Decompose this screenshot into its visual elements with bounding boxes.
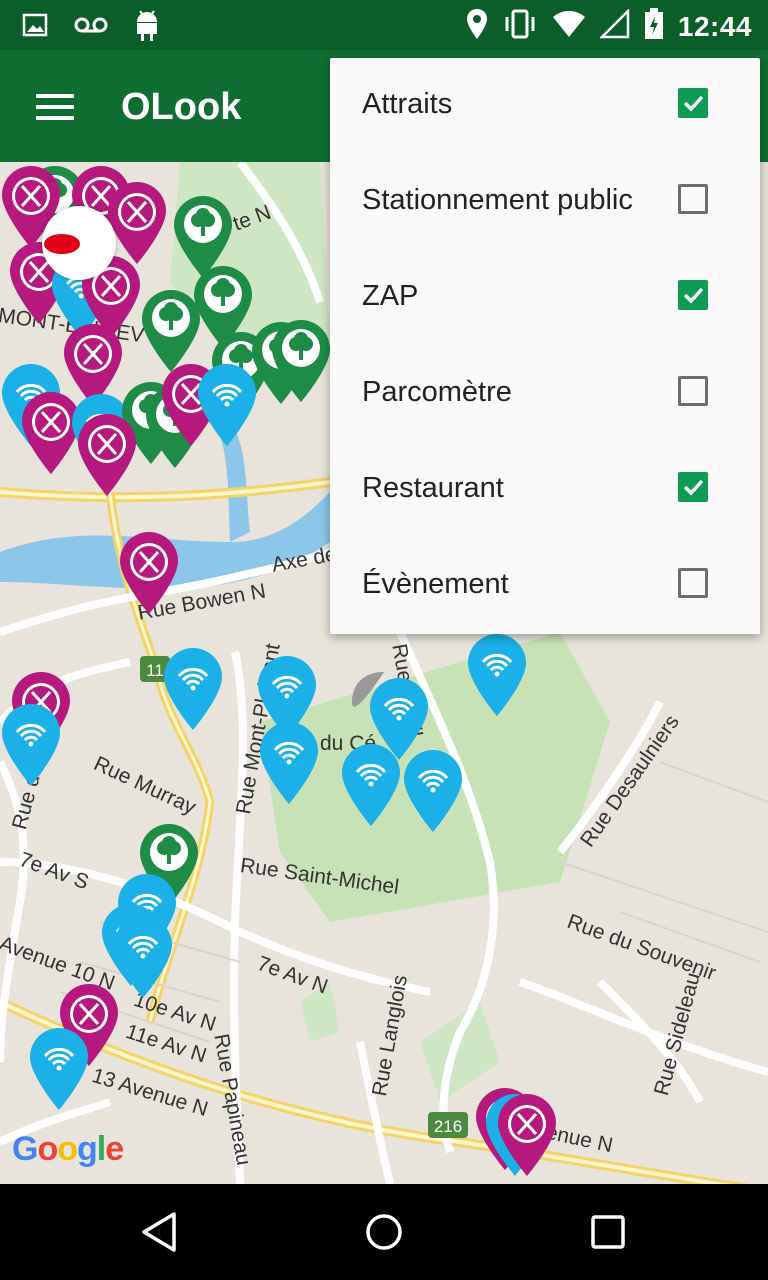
zap-pin[interactable] [196,362,258,448]
checkbox-parcometre[interactable] [678,376,708,406]
checkbox-attraits[interactable] [678,88,708,118]
menu-item-label: Évènement [362,568,509,600]
menu-item-attraits[interactable]: Attraits [330,58,760,154]
checkbox-zap[interactable] [678,280,708,310]
check-icon [683,479,704,496]
zap-pin[interactable] [466,632,528,718]
image-icon [22,12,48,43]
signal-icon [598,7,630,44]
zap-pin[interactable] [112,914,174,1000]
home-icon[interactable] [360,1208,408,1256]
menu-item-label: Attraits [362,88,453,120]
menu-item-parcometre[interactable]: Parcomètre [330,346,760,442]
filter-menu: Attraits Stationnement public ZAP Parcom… [330,58,760,634]
hamburger-icon[interactable] [36,94,74,120]
back-icon[interactable] [136,1208,184,1256]
menu-item-stationnement-public[interactable]: Stationnement public [330,154,760,250]
user-location-marker [42,206,116,280]
restaurant-pin[interactable] [118,530,180,616]
checkbox-restaurant[interactable] [678,472,708,502]
zap-pin[interactable] [162,646,224,732]
menu-item-zap[interactable]: ZAP [330,250,760,346]
voicemail-icon [74,15,108,40]
restaurant-pin[interactable] [496,1092,558,1178]
check-icon [683,95,704,112]
google-attribution: Google [12,1130,124,1168]
zap-pin[interactable] [340,742,402,828]
zap-pin[interactable] [402,748,464,834]
zap-pin[interactable] [0,702,62,788]
app-title: OLook [121,86,242,128]
clock: 12:44 [677,10,752,42]
menu-item-restaurant[interactable]: Restaurant [330,442,760,538]
zap-pin[interactable] [258,720,320,806]
vibrate-icon [502,9,538,44]
system-nav-bar [0,1184,768,1280]
check-icon [683,287,704,304]
menu-item-label: Restaurant [362,472,504,504]
restaurant-pin[interactable] [76,412,138,498]
checkbox-evenement[interactable] [678,568,708,598]
status-bar: 12:44 [0,0,768,50]
wifi-icon [552,10,586,43]
svg-text:216: 216 [434,1117,462,1136]
zap-pin[interactable] [28,1026,90,1112]
checkbox-stationnement-public[interactable] [678,184,708,214]
menu-item-label: ZAP [362,280,419,312]
recents-icon[interactable] [584,1208,632,1256]
attrait-pin[interactable] [270,318,332,404]
menu-item-label: Parcomètre [362,376,512,408]
android-icon [134,8,160,47]
location-icon [466,8,488,45]
menu-item-label: Stationnement public [362,184,633,216]
battery-icon [644,8,664,45]
menu-item-evenement[interactable]: Évènement [330,538,760,634]
